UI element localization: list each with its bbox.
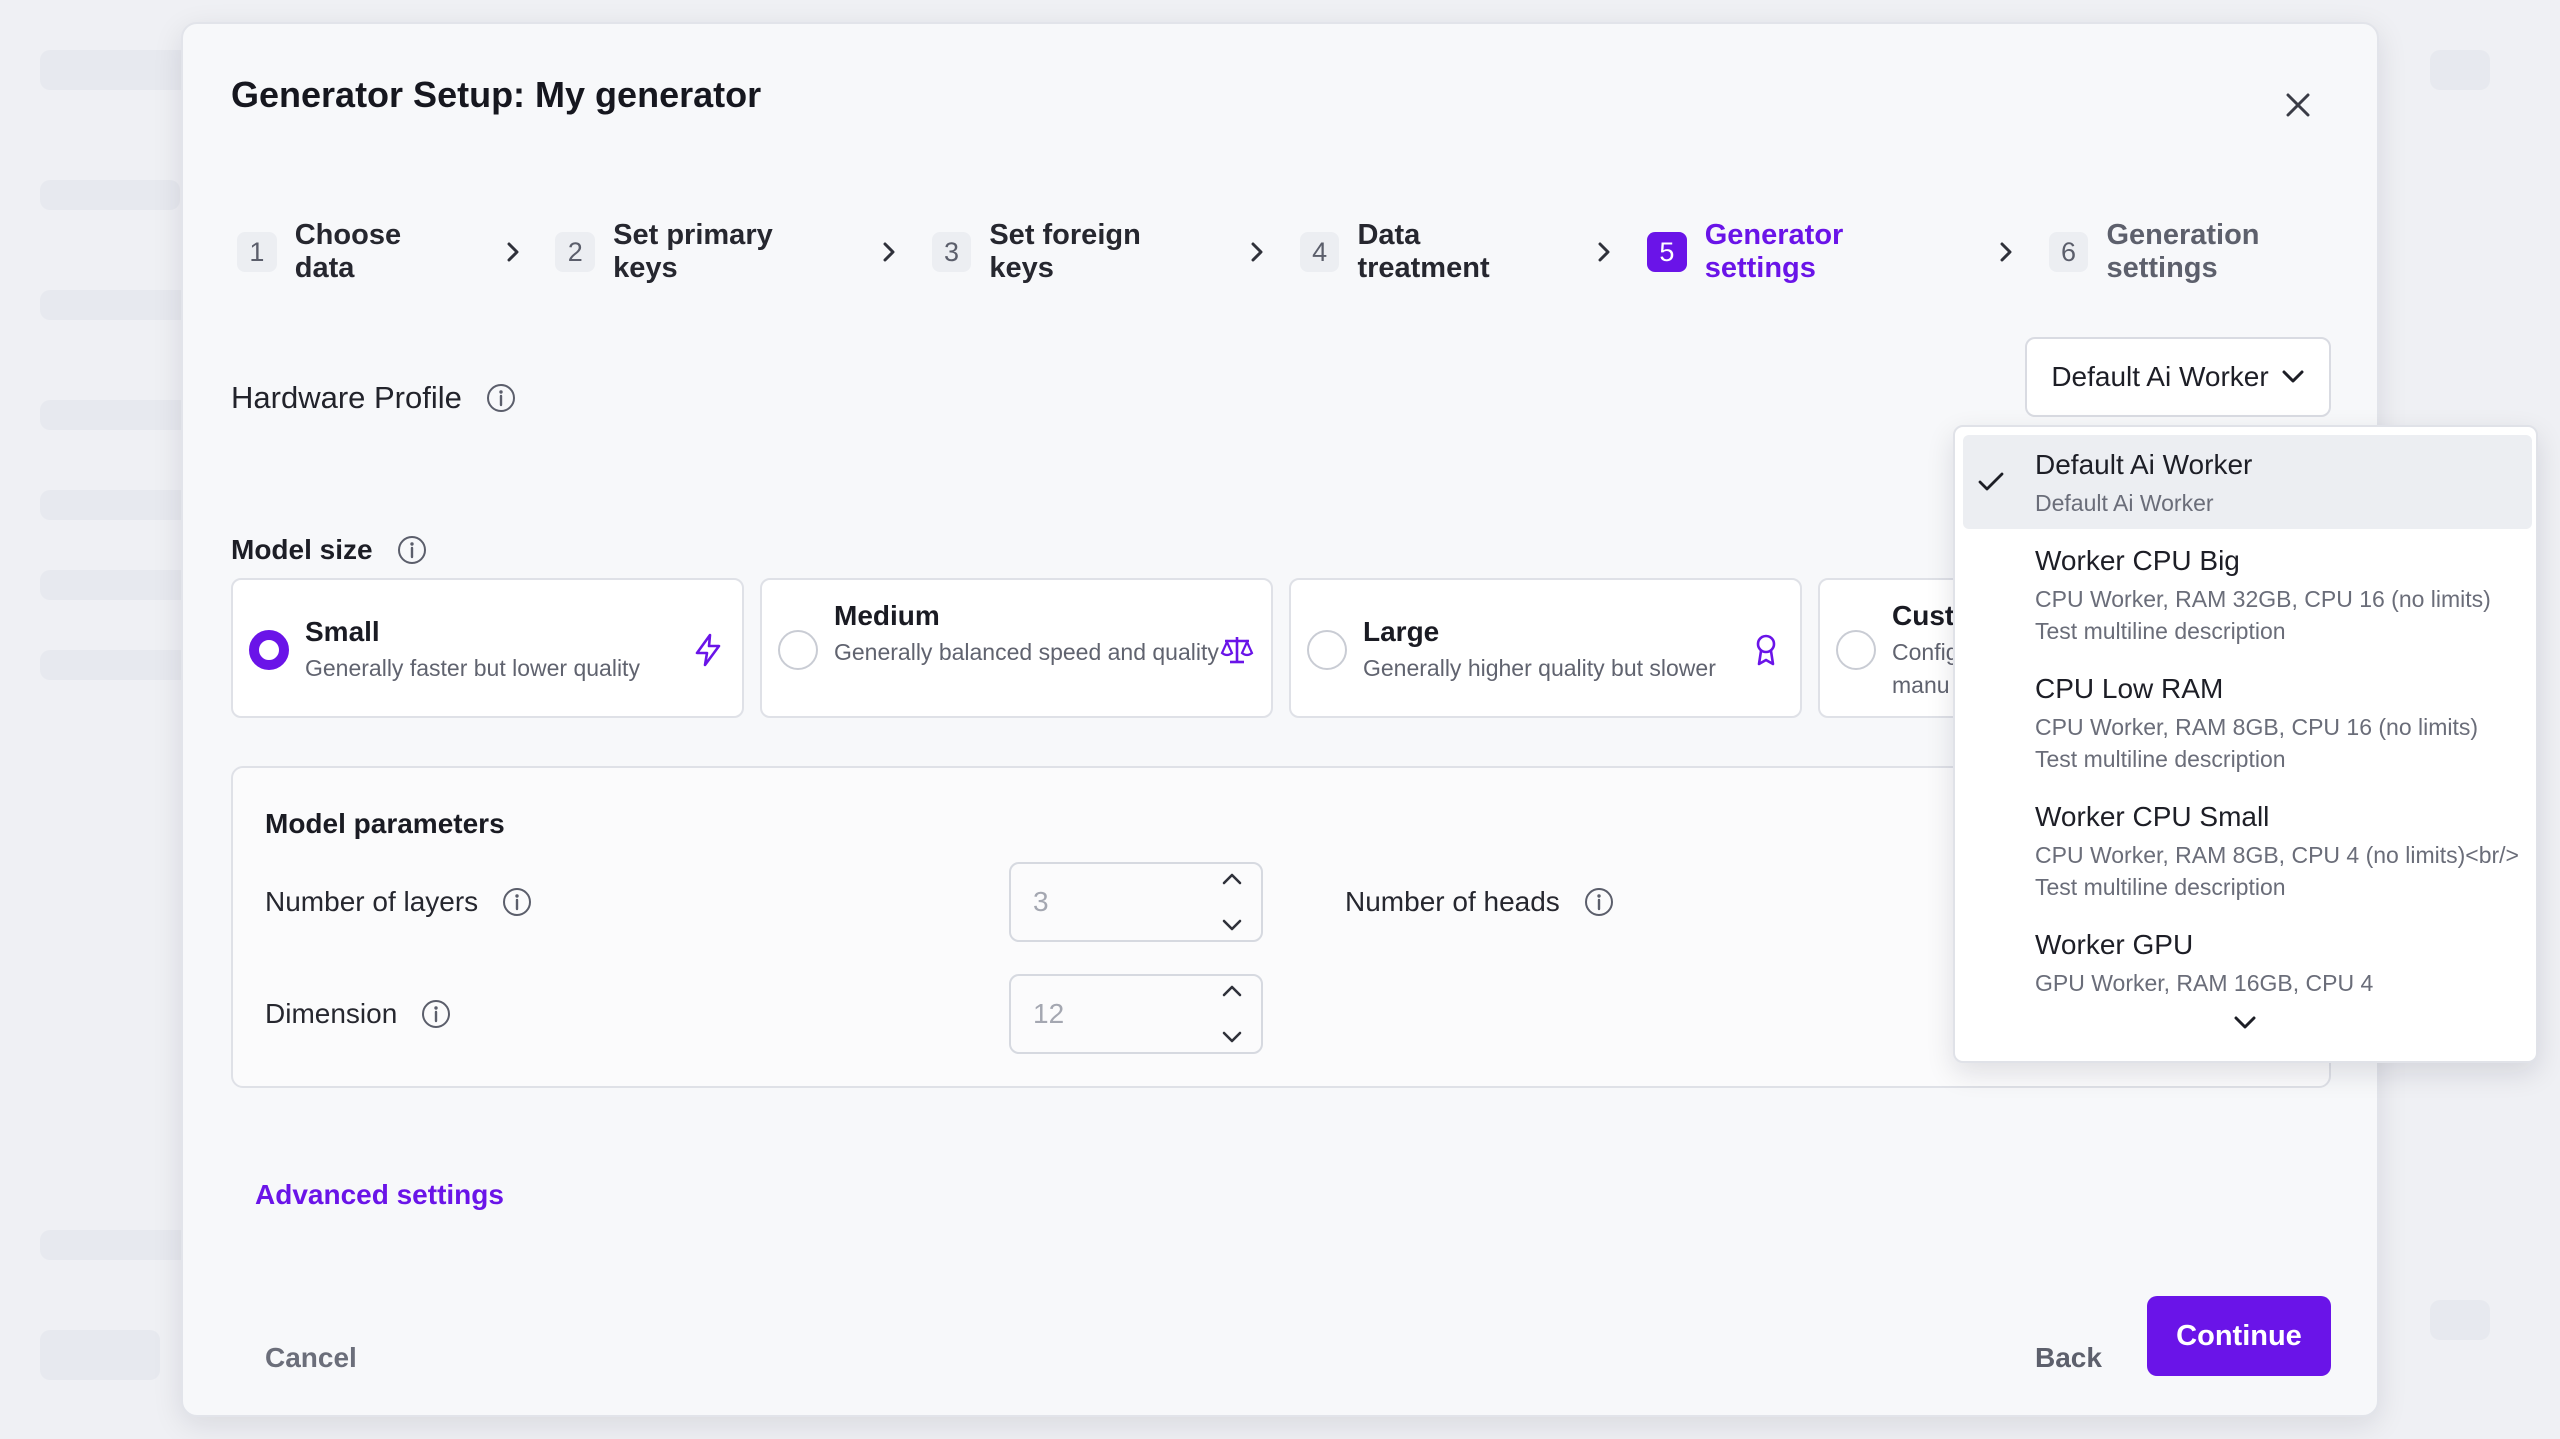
step-choose-data[interactable]: 1 Choose data [237,219,468,285]
step-label: Generator settings [1704,219,1844,284]
hardware-profile-label: Hardware Profile [231,380,516,416]
option-description: Test multiline description [2035,618,2286,644]
option-title: Large [1363,616,1440,647]
dimension-label: Dimension [265,998,451,1030]
option-description: CPU Worker, RAM 8GB, CPU 4 (no limits)<b… [2035,842,2519,868]
chevron-up-icon [1222,985,1242,997]
model-size-label: Model size [231,534,427,566]
award-icon [1748,632,1784,668]
stepper-controls[interactable] [1217,872,1247,932]
radio-button[interactable] [778,630,818,670]
back-button[interactable]: Back [2035,1342,2102,1374]
close-icon [2286,93,2310,117]
number-of-heads-label: Number of heads [1345,886,1614,918]
chevron-up-icon [1222,873,1242,885]
continue-button[interactable]: Continue [2147,1296,2331,1376]
step-number: 3 [931,232,972,272]
hardware-profile-value: Default Ai Worker [2051,361,2269,392]
dropdown-option-worker-cpu-big[interactable]: Worker CPU Big CPU Worker, RAM 32GB, CPU… [1963,535,2532,659]
step-number: 6 [2048,232,2089,272]
model-size-small[interactable]: Small Generally faster but lower quality [231,578,744,718]
dropdown-option-worker-gpu[interactable]: Worker GPU GPU Worker, RAM 16GB, CPU 4 [1963,919,2532,1011]
option-description: Default Ai Worker [2035,490,2214,516]
stepper-controls[interactable] [1217,984,1247,1044]
step-label: Generation settings [2106,219,2260,284]
chevron-right-icon [1991,237,2021,267]
info-icon[interactable] [421,999,451,1029]
step-label: Choose data [294,219,402,284]
dropdown-option-default-ai-worker[interactable]: Default Ai Worker Default Ai Worker [1963,435,2532,529]
check-icon [1977,471,2005,498]
option-name: Worker CPU Small [2035,801,2270,832]
option-title: Medium [834,600,940,631]
chevron-down-icon [1222,1031,1242,1043]
dimension-input[interactable]: 12 [1009,974,1263,1054]
step-label: Set primary keys [613,219,773,284]
dropdown-option-worker-cpu-small[interactable]: Worker CPU Small CPU Worker, RAM 8GB, CP… [1963,791,2532,915]
step-set-primary-keys[interactable]: 2 Set primary keys [555,219,843,285]
close-button[interactable] [2273,80,2323,130]
dimension-text: Dimension [265,998,398,1029]
number-of-layers-text: Number of layers [265,886,479,917]
chevron-right-icon [874,237,904,267]
info-icon[interactable] [397,535,427,565]
option-title: Small [305,616,380,647]
hardware-profile-dropdown: Default Ai Worker Default Ai Worker Work… [1953,425,2538,1063]
step-data-treatment[interactable]: 4 Data treatment [1299,219,1559,285]
option-description: CPU Worker, RAM 8GB, CPU 16 (no limits) [2035,714,2479,740]
step-set-foreign-keys[interactable]: 3 Set foreign keys [931,219,1212,285]
chevron-right-icon [498,237,528,267]
info-icon[interactable] [502,887,532,917]
step-label: Data treatment [1357,219,1490,284]
advanced-settings-link[interactable]: Advanced settings [255,1179,504,1211]
number-of-layers-value: 3 [1033,886,1049,917]
option-name: Default Ai Worker [2035,449,2253,480]
number-of-heads-text: Number of heads [1345,886,1560,917]
step-number: 4 [1299,232,1340,272]
info-icon[interactable] [1584,887,1614,917]
option-description: Generally balanced speed and quality [834,639,1219,665]
model-size-large[interactable]: Large Generally higher quality but slowe… [1289,578,1802,718]
option-name: CPU Low RAM [2035,673,2224,704]
modal-title: Generator Setup: My generator [231,74,762,115]
lightning-icon [690,632,726,668]
option-description: GPU Worker, RAM 16GB, CPU 4 [2035,970,2374,996]
option-description: Test multiline description [2035,746,2286,772]
number-of-layers-input[interactable]: 3 [1009,862,1263,942]
radio-button[interactable] [249,630,289,670]
option-name: Worker GPU [2035,929,2194,960]
dropdown-option-cpu-low-ram[interactable]: CPU Low RAM CPU Worker, RAM 8GB, CPU 16 … [1963,663,2532,787]
option-description: Generally higher quality but slower [1363,655,1716,681]
radio-button[interactable] [1836,630,1876,670]
step-generator-settings[interactable]: 5 Generator settings [1646,219,1961,285]
cancel-button[interactable]: Cancel [265,1342,357,1374]
chevron-right-icon [1589,237,1619,267]
option-title: Cust [1892,600,1955,631]
step-number: 2 [555,232,596,272]
hardware-profile-text: Hardware Profile [231,380,462,415]
scroll-down-chevron-icon[interactable] [2233,1015,2257,1036]
step-generation-settings[interactable]: 6 Generation settings [2048,219,2377,285]
option-name: Worker CPU Big [2035,545,2240,576]
step-number: 1 [237,232,277,272]
wizard-stepper: 1 Choose data 2 Set primary keys 3 Set f… [237,210,2377,294]
step-number: 5 [1646,232,1687,272]
model-parameters-title: Model parameters [265,808,505,839]
option-description: Test multiline description [2035,874,2286,900]
chevron-down-icon [2281,369,2305,385]
radio-button[interactable] [1307,630,1347,670]
dimension-value: 12 [1033,998,1065,1029]
hardware-profile-select[interactable]: Default Ai Worker [2025,337,2331,417]
step-label: Set foreign keys [989,219,1141,284]
option-description: Generally faster but lower quality [305,655,640,681]
scale-icon [1219,632,1255,668]
option-description: CPU Worker, RAM 32GB, CPU 16 (no limits) [2035,586,2491,612]
model-size-text: Model size [231,534,373,565]
chevron-right-icon [1242,237,1272,267]
info-icon[interactable] [486,383,516,413]
chevron-down-icon [1222,919,1242,931]
number-of-layers-label: Number of layers [265,886,532,918]
model-size-medium[interactable]: Medium Generally balanced speed and qual… [760,578,1273,718]
